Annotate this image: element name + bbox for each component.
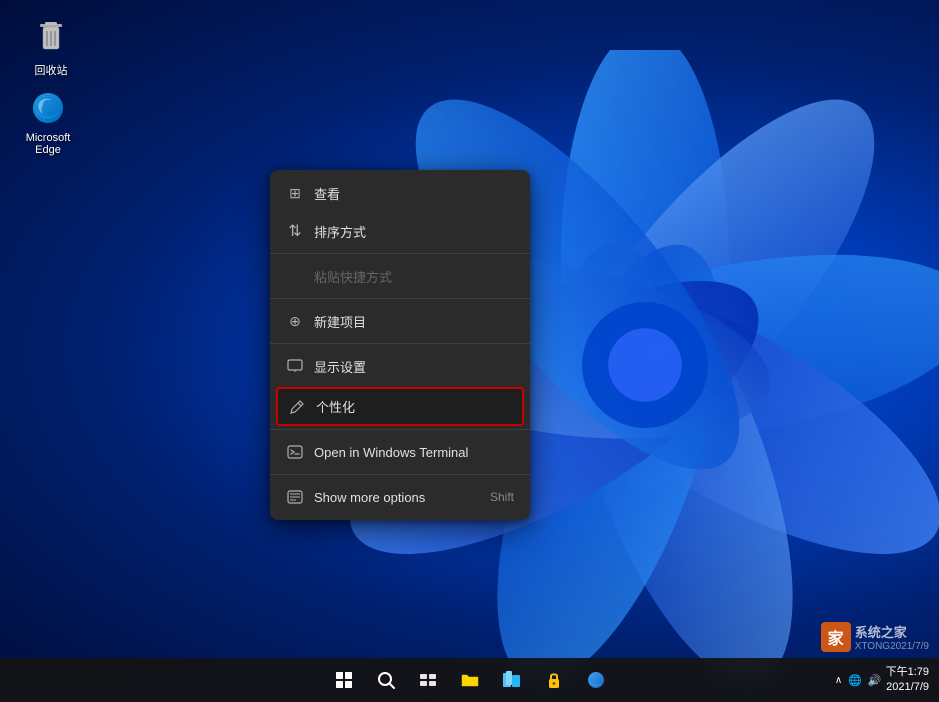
watermark: 家 系统之家 XTONG2021/7/9 xyxy=(821,622,929,652)
lock-button[interactable] xyxy=(536,662,572,698)
desktop: 回收站 Microsoft Edge xyxy=(0,0,939,702)
watermark-subtext: XTONG2021/7/9 xyxy=(855,641,929,652)
volume-icon: 🔊 xyxy=(868,674,882,687)
recycle-bin-icon[interactable]: 回收站 xyxy=(16,18,86,78)
network-icon: 🌐 xyxy=(848,674,862,687)
file-explorer-button[interactable] xyxy=(452,662,488,698)
edge-img xyxy=(28,88,68,128)
recycle-bin-label: 回收站 xyxy=(35,62,68,78)
view-icon: ⊞ xyxy=(286,184,304,202)
system-tray: ∧ 🌐 🔊 xyxy=(835,674,882,687)
edge-label: Microsoft Edge xyxy=(13,132,83,156)
separator-3 xyxy=(270,343,530,344)
taskbar-time: 下午1:79 xyxy=(886,665,929,680)
menu-item-new[interactable]: ⊕ 新建项目 xyxy=(270,302,530,340)
context-menu: ⊞ 查看 ⇅ 排序方式 粘贴快捷方式 ⊕ 新建项目 xyxy=(270,170,530,520)
taskbar-right: ∧ 🌐 🔊 下午1:79 2021/7/9 xyxy=(835,665,929,696)
edge-taskbar-button[interactable] xyxy=(578,662,614,698)
separator-2 xyxy=(270,298,530,299)
task-view-button[interactable] xyxy=(410,662,446,698)
menu-item-personalization[interactable]: 个性化 xyxy=(276,387,524,426)
display-label: 显示设置 xyxy=(314,357,514,376)
separator-1 xyxy=(270,253,530,254)
taskbar-datetime[interactable]: 下午1:79 2021/7/9 xyxy=(886,665,929,696)
taskbar: ∧ 🌐 🔊 下午1:79 2021/7/9 xyxy=(0,658,939,702)
terminal-icon xyxy=(286,443,304,461)
paste-icon xyxy=(286,267,304,285)
menu-item-view[interactable]: ⊞ 查看 xyxy=(270,174,530,212)
microsoft-edge-icon[interactable]: Microsoft Edge xyxy=(13,88,83,156)
terminal-label: Open in Windows Terminal xyxy=(314,445,514,460)
folder-button[interactable] xyxy=(494,662,530,698)
watermark-text: 系统之家 xyxy=(855,622,929,641)
menu-item-terminal[interactable]: Open in Windows Terminal xyxy=(270,433,530,471)
display-icon xyxy=(286,357,304,375)
sort-icon: ⇅ xyxy=(286,222,304,240)
more-options-label: Show more options xyxy=(314,490,480,505)
more-options-icon xyxy=(286,488,304,506)
menu-item-display[interactable]: 显示设置 xyxy=(270,347,530,385)
recycle-bin-img xyxy=(31,18,71,58)
taskbar-center xyxy=(326,662,614,698)
paste-label: 粘贴快捷方式 xyxy=(314,267,514,286)
new-icon: ⊕ xyxy=(286,312,304,330)
taskbar-date: 2021/7/9 xyxy=(886,680,929,695)
menu-item-paste-shortcut[interactable]: 粘贴快捷方式 xyxy=(270,257,530,295)
new-label: 新建项目 xyxy=(314,312,514,331)
personalization-label: 个性化 xyxy=(316,397,512,416)
more-options-shortcut: Shift xyxy=(490,490,514,504)
menu-item-more-options[interactable]: Show more options Shift xyxy=(270,478,530,516)
personalization-icon xyxy=(288,398,306,416)
tray-chevron[interactable]: ∧ xyxy=(835,675,842,686)
sort-label: 排序方式 xyxy=(314,222,514,241)
separator-5 xyxy=(270,474,530,475)
menu-item-sort[interactable]: ⇅ 排序方式 xyxy=(270,212,530,250)
watermark-logo: 家 xyxy=(821,622,851,652)
start-button[interactable] xyxy=(326,662,362,698)
search-button[interactable] xyxy=(368,662,404,698)
view-label: 查看 xyxy=(314,184,514,203)
separator-4 xyxy=(270,429,530,430)
